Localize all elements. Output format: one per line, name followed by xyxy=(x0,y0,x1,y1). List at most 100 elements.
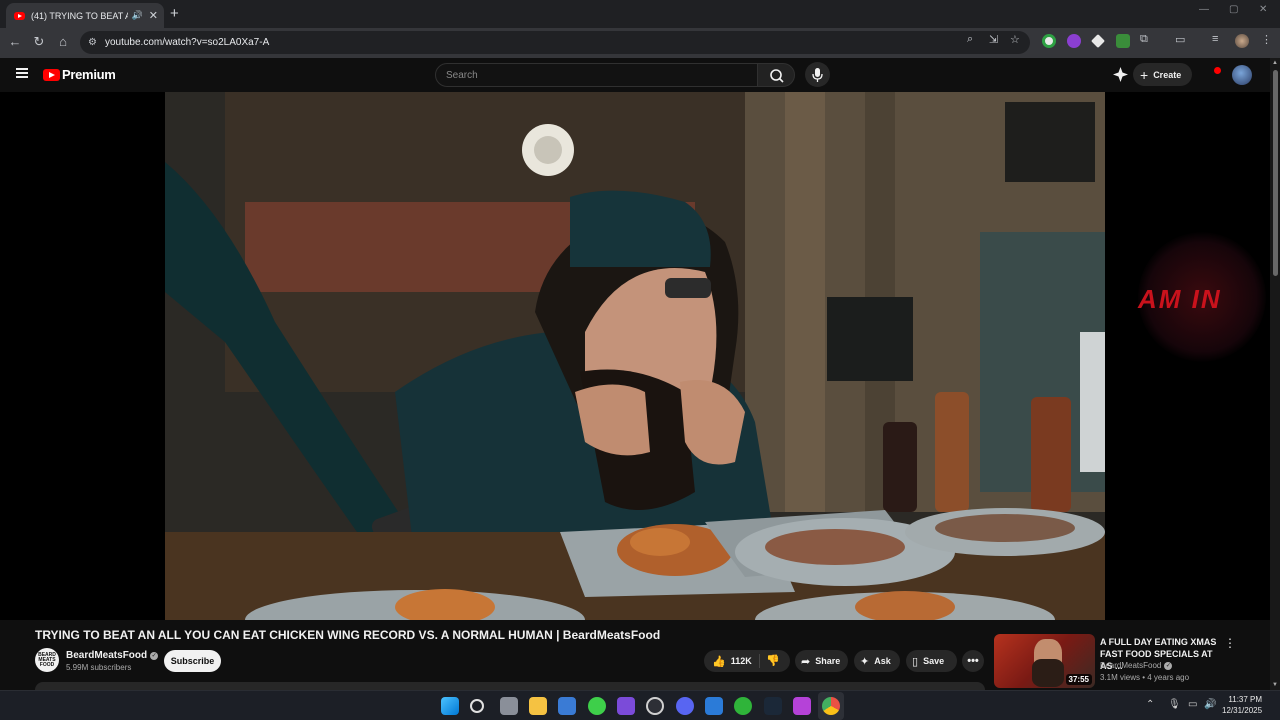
create-label: Create xyxy=(1153,69,1182,80)
page-scrollbar[interactable]: ▲ ▼ xyxy=(1270,58,1280,690)
app-green-icon[interactable] xyxy=(588,697,606,715)
account-avatar[interactable] xyxy=(1232,65,1252,85)
ask-button[interactable]: ✦ Ask xyxy=(854,650,900,672)
video-frame[interactable] xyxy=(165,92,1105,620)
microphone-icon xyxy=(812,68,823,82)
more-actions-button[interactable]: ••• xyxy=(962,650,984,672)
clock-date: 12/31/2025 xyxy=(1222,706,1263,715)
channel-avatar[interactable]: BEARD MEATS FOOD xyxy=(35,648,59,672)
channel-name-row[interactable]: BeardMeatsFood ✓ xyxy=(66,650,159,661)
audio-playing-icon[interactable]: 🔊 xyxy=(132,10,143,21)
search-button[interactable] xyxy=(757,63,795,87)
voice-search-button[interactable] xyxy=(805,62,830,87)
minimize-button[interactable]: — xyxy=(1199,4,1209,15)
home-icon[interactable]: ⌂ xyxy=(54,34,72,49)
scrollbar-thumb[interactable] xyxy=(1273,70,1278,276)
channel-name[interactable]: BeardMeatsFood xyxy=(66,650,147,661)
system-clock[interactable]: 11:37 PM 12/31/2025 xyxy=(1222,694,1262,716)
profile-avatar-icon[interactable] xyxy=(1235,34,1249,48)
tray-overflow-icon[interactable]: ⌃ xyxy=(1146,699,1154,710)
search-icon[interactable] xyxy=(470,699,484,713)
like-divider xyxy=(759,654,760,668)
clock-time: 11:37 PM xyxy=(1228,695,1263,704)
recommended-more-icon[interactable]: ⋮ xyxy=(1224,636,1236,650)
github-icon[interactable] xyxy=(646,697,664,715)
gemini-sparkle-icon[interactable] xyxy=(1113,67,1128,82)
recommended-video[interactable]: 37:55 A FULL DAY EATING XMAS FAST FOOD S… xyxy=(994,634,1270,690)
share-label: Share xyxy=(815,656,841,666)
browser-tab-bar: (41) TRYING TO BEAT AN A 🔊 ✕ + — ▢ ✕ xyxy=(0,0,1280,28)
youtube-header: Premium + Create xyxy=(0,58,1280,92)
back-arrow-icon[interactable]: ← xyxy=(6,34,24,49)
tray-volume-icon[interactable]: 🔊 xyxy=(1204,699,1216,710)
recommended-thumbnail[interactable]: 37:55 xyxy=(994,634,1095,688)
store-icon[interactable] xyxy=(558,697,576,715)
subscriber-count: 5.99M subscribers xyxy=(66,663,132,672)
close-window-button[interactable]: ✕ xyxy=(1259,4,1267,15)
extension-green-icon[interactable] xyxy=(1116,34,1130,48)
logo-text: Premium xyxy=(62,67,116,82)
app-purple-icon[interactable] xyxy=(617,697,635,715)
search-box xyxy=(435,63,758,87)
tab-title: (41) TRYING TO BEAT AN A xyxy=(31,10,128,21)
like-dislike-group: 👍 112K 👎 xyxy=(704,650,790,672)
mail-icon[interactable] xyxy=(705,697,723,715)
recommended-meta: 3.1M views • 4 years ago xyxy=(1100,673,1190,682)
tray-mic-icon[interactable]: 🎙 xyxy=(1168,699,1181,710)
windows-taskbar: ⌃ 🎙 ▭ 🔊 11:37 PM 12/31/2025 xyxy=(0,690,1280,720)
bookmark-star-icon[interactable]: ☆ xyxy=(1010,33,1020,46)
tab-search-icon[interactable]: ≡ xyxy=(1212,33,1218,45)
save-button[interactable]: ▯ Save xyxy=(906,650,957,672)
bookmark-icon: ▯ xyxy=(912,655,919,668)
tab-close-icon[interactable]: ✕ xyxy=(149,9,158,22)
verified-check-icon: ✓ xyxy=(1164,662,1173,670)
thumbnail-beard xyxy=(1032,659,1064,687)
zoom-icon[interactable]: ⌕ xyxy=(967,33,973,46)
thumbs-down-icon[interactable]: 👎 xyxy=(766,654,780,667)
create-button[interactable]: + Create xyxy=(1133,63,1192,86)
video-frame-image xyxy=(165,92,1105,620)
scroll-down-arrow-icon[interactable]: ▼ xyxy=(1272,682,1278,688)
install-app-icon[interactable]: ⇲ xyxy=(989,33,998,46)
description-box[interactable] xyxy=(35,682,985,690)
extension-diamond-icon[interactable] xyxy=(1091,34,1105,48)
tray-network-icon[interactable]: ▭ xyxy=(1188,699,1197,710)
maximize-button[interactable]: ▢ xyxy=(1229,4,1238,15)
windows-start-icon[interactable] xyxy=(441,697,459,715)
subscribe-button[interactable]: Subscribe xyxy=(164,650,221,672)
recommended-channel-row: BeardMeatsFood ✓ xyxy=(1100,661,1173,670)
site-info-icon[interactable]: ⚙ xyxy=(88,37,97,48)
cast-icon[interactable]: ▭ xyxy=(1175,33,1185,46)
share-button[interactable]: ➦ Share xyxy=(795,650,848,672)
video-player[interactable]: AM IN xyxy=(0,92,1270,620)
file-explorer-icon[interactable] xyxy=(529,697,547,715)
youtube-logo[interactable]: Premium xyxy=(43,67,116,82)
chrome-menu-icon[interactable]: ⋮ xyxy=(1261,33,1272,46)
reload-icon[interactable]: ↻ xyxy=(30,34,48,50)
url-text: youtube.com/watch?v=so2LA0Xa7-A xyxy=(104,37,270,48)
app-media-icon[interactable] xyxy=(793,697,811,715)
steam-icon[interactable] xyxy=(764,697,782,715)
notification-badge[interactable] xyxy=(1214,67,1221,74)
thumbs-up-icon[interactable]: 👍 xyxy=(712,655,726,668)
task-view-icon[interactable] xyxy=(500,697,518,715)
menu-hamburger-icon[interactable] xyxy=(16,68,28,78)
browser-tab-youtube[interactable]: (41) TRYING TO BEAT AN A 🔊 ✕ xyxy=(6,3,164,28)
extension-grammarly-icon[interactable] xyxy=(1042,34,1056,48)
new-tab-button[interactable]: + xyxy=(170,5,179,22)
verified-check-icon: ✓ xyxy=(150,652,159,660)
overlay-graphic: AM IN xyxy=(1138,232,1266,362)
address-bar[interactable]: ⚙ youtube.com/watch?v=so2LA0Xa7-A xyxy=(80,31,1030,54)
search-input[interactable] xyxy=(436,64,757,86)
like-count[interactable]: 112K xyxy=(731,656,752,666)
extensions-puzzle-icon[interactable]: ⧉ xyxy=(1140,33,1148,46)
xbox-icon[interactable] xyxy=(734,697,752,715)
youtube-play-logo-icon xyxy=(43,68,60,81)
extension-purple-icon[interactable] xyxy=(1067,34,1081,48)
sparkle-icon: ✦ xyxy=(860,655,870,668)
overlay-text: AM IN xyxy=(1138,284,1222,314)
plus-icon: + xyxy=(1140,66,1149,83)
discord-icon[interactable] xyxy=(676,697,694,715)
scroll-up-arrow-icon[interactable]: ▲ xyxy=(1272,60,1278,66)
recommended-channel: BeardMeatsFood xyxy=(1100,661,1162,670)
